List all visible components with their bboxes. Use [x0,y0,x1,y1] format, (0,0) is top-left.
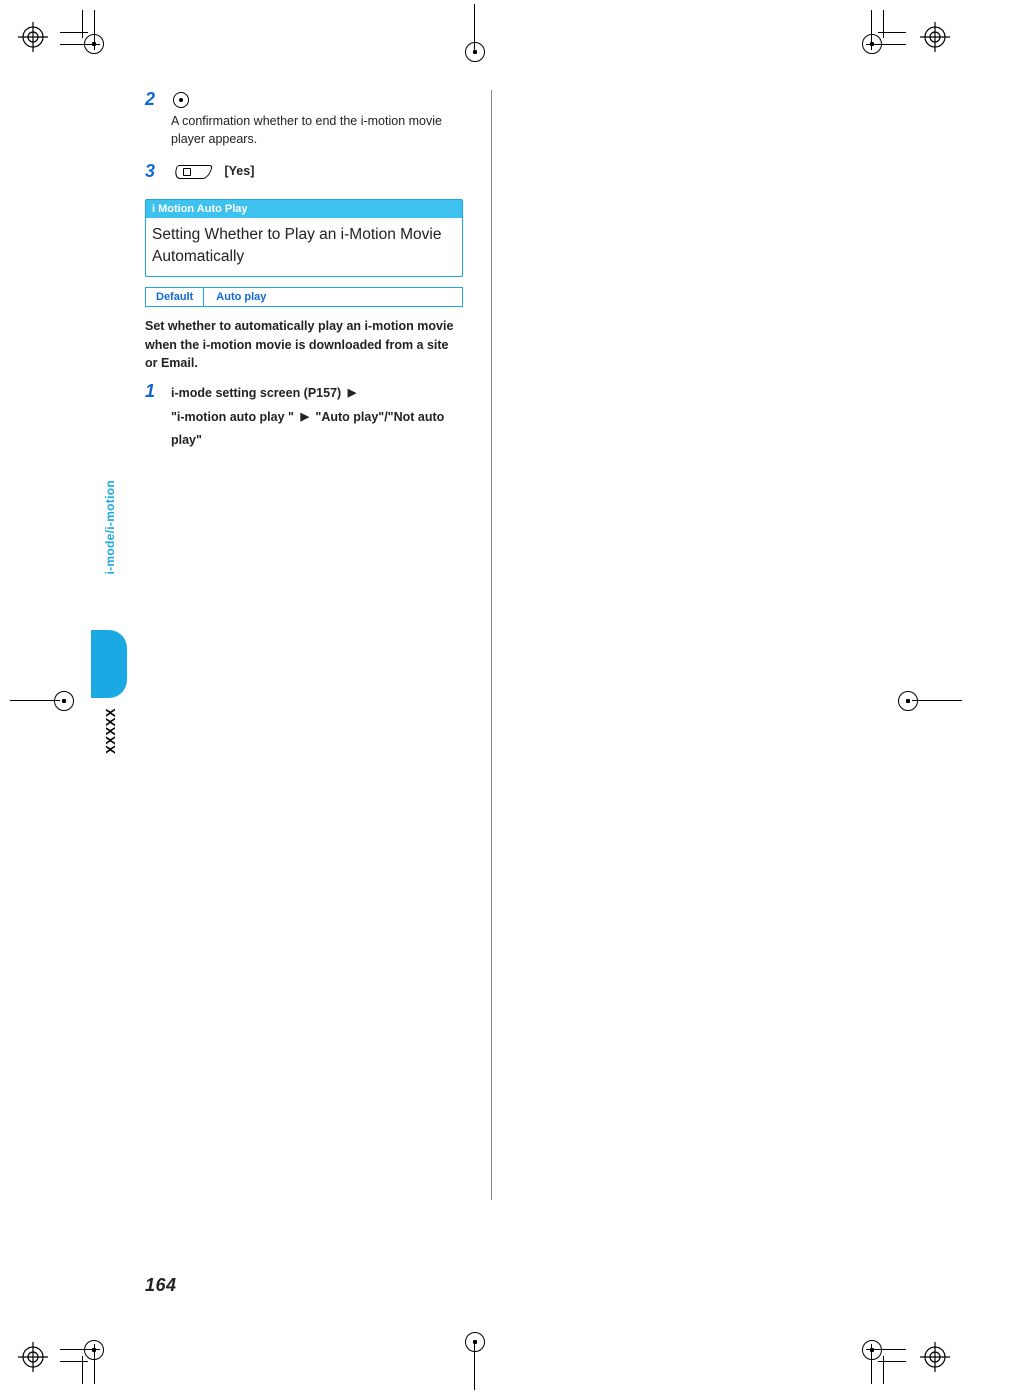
step-2-desc: A confirmation whether to end the i-moti… [171,112,463,148]
cropmark-bottom-left [60,1324,120,1384]
step-number: 1 [145,382,159,453]
section-tag: i Motion Auto Play [146,200,462,218]
registration-mark-bottom-right [920,1342,950,1372]
section-header-box: i Motion Auto Play Setting Whether to Pl… [145,199,463,278]
section-lede: Set whether to automatically play an i-m… [145,317,463,371]
cropmark-bottom-right [846,1324,906,1384]
page-number: 164 [145,1275,177,1296]
page-content: i-mode/i-motion XXXXX 2 A confirmation w… [145,90,905,1300]
cropmark-top-left [60,10,120,70]
side-tab-label: i-mode/i-motion [103,480,117,575]
step-number: 2 [145,90,159,148]
cropmark-mid-top [454,4,494,54]
default-setting-row: Default Auto play [145,287,463,307]
step-number: 3 [145,162,159,180]
cropmark-mid-left [10,680,70,720]
triangle-right-icon: ▶ [348,387,356,399]
triangle-right-icon: ▶ [300,411,308,423]
side-placeholder-label: XXXXX [103,708,118,754]
step-3-label: [Yes] [224,164,254,178]
proc-part-1: i-mode setting screen (P157) [171,386,341,400]
right-column [520,90,838,1300]
registration-mark-bottom-left [18,1342,48,1372]
center-key-icon [173,92,189,108]
registration-mark-top-left [18,22,48,52]
cropmark-mid-right [902,680,962,720]
side-tab-pill [91,630,127,698]
default-label: Default [146,288,204,306]
cropmark-top-right [846,10,906,70]
column-divider [491,90,492,1200]
default-value: Auto play [204,288,278,306]
proc-part-2: "i-motion auto play " [171,410,294,424]
soft-key-icon [173,165,213,179]
step-2: 2 A confirmation whether to end the i-mo… [145,90,463,148]
registration-mark-top-right [920,22,950,52]
cropmark-mid-bottom [454,1340,494,1390]
section-title: Setting Whether to Play an i-Motion Movi… [146,218,462,277]
procedure-step-1: 1 i-mode setting screen (P157) ▶ "i-moti… [145,382,463,453]
step-3: 3 [Yes] [145,162,463,180]
left-column: 2 A confirmation whether to end the i-mo… [145,90,463,1300]
